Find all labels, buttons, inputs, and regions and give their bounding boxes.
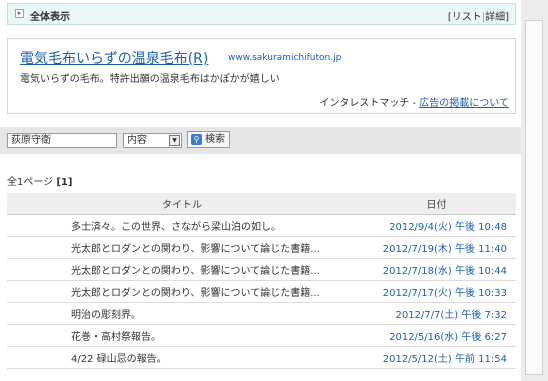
- search-bar: 荻原守衛 内容 ▼ ⚲ 検索: [0, 127, 521, 154]
- article-date-link[interactable]: 2012/9/4(火) 午後 10:48: [389, 222, 507, 233]
- ad-url[interactable]: www.sakuramichifuton.jp: [228, 53, 341, 63]
- article-date-link[interactable]: 2012/7/17(火) 午後 10:33: [383, 288, 507, 299]
- detail-view-link[interactable]: 詳細: [485, 12, 505, 23]
- search-button-label: 検索: [205, 134, 225, 145]
- dropdown-arrow-icon[interactable]: ▼: [169, 135, 180, 146]
- search-scope-value: 内容: [127, 135, 147, 146]
- article-date-link[interactable]: 2012/5/16(水) 午後 6:27: [389, 332, 507, 343]
- article-title[interactable]: 明治の彫刻界。: [7, 302, 357, 325]
- search-button[interactable]: ⚲ 検索: [187, 131, 230, 148]
- interest-match-label: インタレストマッチ -: [319, 98, 420, 109]
- chevron-right-icon[interactable]: ▸: [15, 9, 24, 18]
- article-title[interactable]: 光太郎とロダンとの関わり、影響について論じた書籍...: [7, 236, 357, 259]
- table-row: 4/22 碌山忌の報告。 2012/5/12(土) 午前 11:54: [7, 346, 516, 369]
- view-toggle-bar: ▸ 全体表示 [リスト|詳細]: [7, 3, 516, 25]
- article-title[interactable]: 光太郎とロダンとの関わり、影響について論じた書籍...: [7, 258, 357, 281]
- page-count: 全1ページ: [7, 177, 54, 188]
- table-row: 光太郎とロダンとの関わり、影響について論じた書籍... 2012/7/19(木)…: [7, 236, 516, 259]
- current-page[interactable]: [1]: [56, 177, 72, 188]
- table-header-row: タイトル 日付: [7, 193, 516, 215]
- vertical-scrollbar[interactable]: [521, 0, 548, 381]
- article-date-link[interactable]: 2012/5/12(土) 午前 11:54: [383, 354, 507, 365]
- show-all-label[interactable]: 全体表示: [30, 8, 70, 23]
- list-view-link[interactable]: リスト: [452, 12, 482, 23]
- search-icon: ⚲: [191, 134, 202, 145]
- article-date-link[interactable]: 2012/7/18(水) 午後 10:44: [383, 266, 507, 277]
- article-date-link[interactable]: 2012/7/19(木) 午後 11:40: [383, 244, 507, 255]
- ad-description: 電気いらずの毛布。特許出願の温泉毛布はかぽかが嬉しい: [20, 74, 280, 85]
- ad-footer: インタレストマッチ - 広告の掲載について: [319, 94, 509, 109]
- pagination-info: 全1ページ [1]: [7, 173, 72, 188]
- table-row: 花巻・高村祭報告。 2012/5/16(水) 午後 6:27: [7, 324, 516, 347]
- article-date-link[interactable]: 2012/7/7(土) 午後 7:32: [395, 310, 507, 321]
- ad-title-link[interactable]: 電気毛布いらずの温泉毛布(R): [20, 48, 208, 68]
- table-row: 光太郎とロダンとの関わり、影響について論じた書籍... 2012/7/17(火)…: [7, 280, 516, 303]
- article-title[interactable]: 光太郎とロダンとの関わり、影響について論じた書籍...: [7, 280, 357, 303]
- view-mode-links: [リスト|詳細]: [448, 8, 509, 23]
- title-column-header: タイトル: [7, 193, 357, 215]
- scrollbar-thumb[interactable]: [525, 20, 543, 375]
- date-column-header: 日付: [357, 193, 516, 215]
- table-row: 光太郎とロダンとの関わり、影響について論じた書籍... 2012/7/18(水)…: [7, 258, 516, 281]
- bracket-close: ]: [505, 12, 509, 23]
- search-input[interactable]: 荻原守衛: [7, 133, 117, 148]
- ad-info-link[interactable]: 広告の掲載について: [419, 98, 509, 109]
- table-row: 多士済々。この世界、さながら梁山泊の如し。 2012/9/4(火) 午後 10:…: [7, 214, 516, 237]
- table-row: 明治の彫刻界。 2012/7/7(土) 午後 7:32: [7, 302, 516, 325]
- sponsored-ad: 電気毛布いらずの温泉毛布(R) www.sakuramichifuton.jp …: [7, 38, 516, 114]
- article-title[interactable]: 花巻・高村祭報告。: [7, 324, 357, 347]
- article-title[interactable]: 4/22 碌山忌の報告。: [7, 346, 357, 369]
- search-scope-select[interactable]: 内容 ▼: [123, 133, 182, 148]
- article-title[interactable]: 多士済々。この世界、さながら梁山泊の如し。: [7, 214, 357, 237]
- article-table: タイトル 日付 多士済々。この世界、さながら梁山泊の如し。 2012/9/4(火…: [7, 193, 516, 369]
